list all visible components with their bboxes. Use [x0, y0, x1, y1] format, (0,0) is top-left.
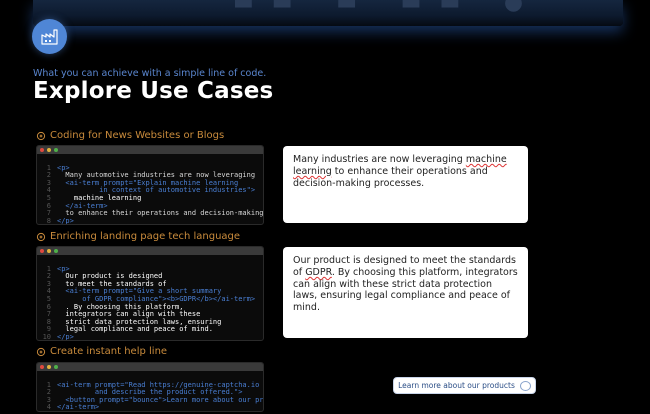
code-block-2: 1 <p> 2 Our product is designed 3 to meet…: [36, 246, 264, 341]
code-line: </ai-term>: [57, 403, 100, 412]
close-dot-icon: [40, 148, 44, 152]
code-block-3: 1 <ai-term prompt="Read https://genuine-c…: [36, 362, 264, 412]
code-line: to enhance their operations and decision…: [57, 209, 264, 218]
close-dot-icon: [40, 365, 44, 369]
code-lines: 1 <p> 2 Our product is designed 3 to meet…: [37, 255, 263, 341]
use-case-heading-label: Create instant help line: [50, 346, 168, 357]
ai-term-highlight[interactable]: GDPR: [305, 267, 332, 278]
maximize-dot-icon: [54, 365, 58, 369]
close-dot-icon: [40, 249, 44, 253]
chat-bubble-icon: [519, 380, 531, 391]
code-lines: 1 <ai-term prompt="Read https://genuine-c…: [37, 371, 263, 412]
learn-more-label: Learn more about our products: [398, 381, 515, 390]
learn-more-button[interactable]: Learn more about our products: [393, 377, 536, 394]
minimize-dot-icon: [47, 148, 51, 152]
sparkle-gear-icon: [36, 347, 46, 356]
code-line: </p>: [57, 332, 74, 341]
use-case-heading-1: Coding for News Websites or Blogs: [36, 130, 224, 141]
line-number: 8: [46, 216, 51, 225]
code-window-bar: [37, 363, 263, 371]
line-number: 4: [46, 403, 51, 412]
card-text: Many industries are now leveraging: [293, 154, 466, 165]
preview-card-2: Our product is designed to meet the stan…: [283, 247, 528, 338]
code-lines: 1 <p> 2 Many automotive industries are no…: [37, 154, 264, 225]
code-line: </p>: [57, 216, 74, 225]
code-window-bar: [37, 247, 263, 255]
factory-icon[interactable]: [32, 19, 67, 54]
use-case-heading-3: Create instant help line: [36, 346, 167, 357]
preview-card-1: Many industries are now leveraging machi…: [283, 146, 528, 223]
minimize-dot-icon: [47, 249, 51, 253]
use-case-heading-label: Enriching landing page tech language: [50, 231, 241, 242]
top-banner: ▬▬ ▬ ▬▬ ●: [33, 0, 623, 26]
use-case-heading-label: Coding for News Websites or Blogs: [50, 130, 225, 141]
maximize-dot-icon: [54, 249, 58, 253]
sparkle-gear-icon: [36, 232, 46, 241]
maximize-dot-icon: [54, 148, 58, 152]
page-title: Explore Use Cases: [33, 78, 274, 104]
use-case-heading-2: Enriching landing page tech language: [36, 231, 240, 242]
sparkle-gear-icon: [36, 131, 46, 140]
line-number: 10: [42, 332, 51, 341]
code-block-1: 1 <p> 2 Many automotive industries are no…: [36, 145, 264, 225]
banner-ghost-text: ▬▬ ▬ ▬▬ ●: [233, 0, 542, 15]
code-line: legal compliance and peace of mind.: [57, 325, 213, 334]
code-window-bar: [37, 146, 263, 154]
minimize-dot-icon: [47, 365, 51, 369]
